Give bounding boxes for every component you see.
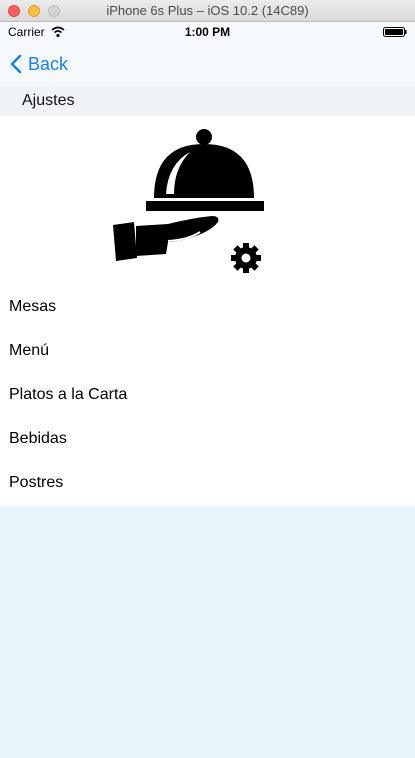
navigation-bar: Back — [0, 42, 415, 86]
battery-icon — [383, 27, 407, 37]
menu-item-menu[interactable]: Menú — [0, 330, 415, 374]
menu-item-label: Bebidas — [9, 430, 67, 447]
simulator-window: iPhone 6s Plus – iOS 10.2 (14C89) Carrie… — [0, 0, 415, 758]
menu-item-mesas[interactable]: Mesas — [0, 286, 415, 330]
menu-item-postres[interactable]: Postres — [0, 462, 415, 506]
menu-item-bebidas[interactable]: Bebidas — [0, 418, 415, 462]
settings-content: Mesas Menú Platos a la Carta Bebidas Pos… — [0, 116, 415, 506]
menu-item-label: Platos a la Carta — [9, 386, 128, 403]
status-bar: Carrier 1:00 PM — [0, 22, 415, 42]
page-title: Ajustes — [22, 92, 75, 109]
window-titlebar: iPhone 6s Plus – iOS 10.2 (14C89) — [0, 0, 415, 22]
status-time: 1:00 PM — [184, 25, 231, 39]
menu-item-platos-a-la-carta[interactable]: Platos a la Carta — [0, 374, 415, 418]
menu-item-label: Menú — [9, 342, 50, 359]
chevron-left-icon — [10, 54, 22, 74]
menu-item-label: Postres — [9, 474, 64, 491]
waiter-cloche-gear-icon — [113, 129, 264, 273]
window-title: iPhone 6s Plus – iOS 10.2 (14C89) — [106, 3, 309, 18]
back-button[interactable]: Back — [10, 51, 68, 77]
section-header: Ajustes — [0, 86, 415, 116]
menu-item-label: Mesas — [9, 298, 57, 315]
back-button-label: Back — [28, 53, 69, 74]
